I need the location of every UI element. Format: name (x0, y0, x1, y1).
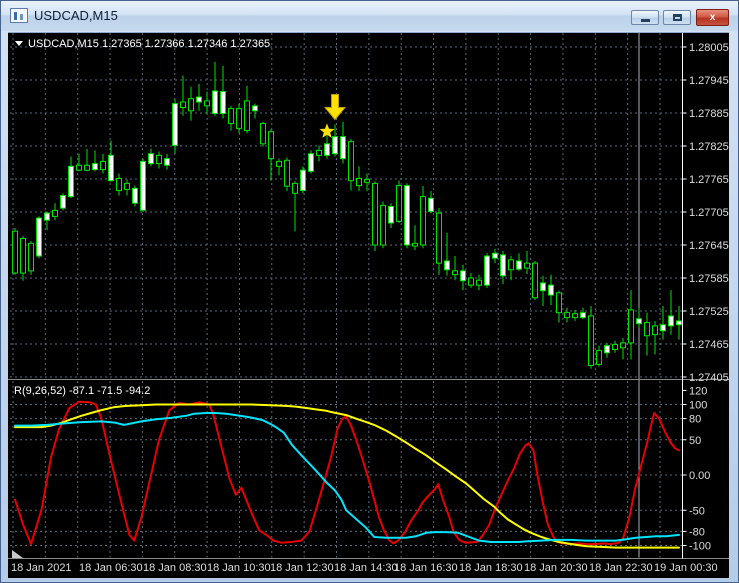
grid-lines (10, 33, 682, 558)
price-axis: 1.28005 1.27945 1.27885 1.27825 1.27765 1.277… (682, 42, 729, 384)
svg-text:USDCAD,M15 1.27365 1.27366 1.: USDCAD,M15 1.27365 1.27366 1.27346 1.273… (28, 38, 270, 50)
titlebar[interactable]: USDCAD,M15 x (1, 1, 738, 31)
svg-text:1.28005: 1.28005 (689, 42, 729, 54)
svg-text:18 Jan 18:30: 18 Jan 18:30 (459, 562, 523, 574)
svg-text:18 Jan 14:30: 18 Jan 14:30 (334, 562, 398, 574)
time-axis: 18 Jan 2021 18 Jan 06:30 18 Jan 08:30 18 Ja… (11, 562, 718, 574)
symbol-dropdown-icon (15, 41, 23, 46)
svg-text:1.27765: 1.27765 (689, 174, 729, 186)
maximize-button[interactable] (663, 10, 691, 25)
chart-canvas[interactable]: 1.28005 1.27945 1.27885 1.27825 1.27765 1.277… (8, 33, 729, 578)
svg-text:1.27525: 1.27525 (689, 306, 729, 318)
maximize-icon (673, 14, 682, 21)
chart-window-icon (10, 8, 28, 23)
indicator-header: R(9,26,52) -87.1 -71.5 -94.2 (14, 385, 150, 397)
svg-text:1.27945: 1.27945 (689, 75, 729, 87)
svg-text:R(9,26,52) -87.1 -71.5 -94.2: R(9,26,52) -87.1 -71.5 -94.2 (14, 385, 150, 397)
svg-text:19 Jan 00:30: 19 Jan 00:30 (654, 562, 718, 574)
ohlc-header: USDCAD,M15 1.27365 1.27366 1.27346 1.273… (15, 38, 270, 50)
chart-annotations (319, 94, 347, 138)
svg-text:18 Jan 16:30: 18 Jan 16:30 (394, 562, 458, 574)
svg-text:1.27405: 1.27405 (689, 372, 729, 384)
svg-text:18 Jan 10:30: 18 Jan 10:30 (207, 562, 271, 574)
candlesticks (12, 61, 682, 369)
svg-text:18 Jan 22:30: 18 Jan 22:30 (589, 562, 653, 574)
svg-text:0.00: 0.00 (689, 470, 710, 482)
grip-triangle (12, 550, 23, 558)
svg-text:100: 100 (689, 400, 707, 412)
subwindow-grip (12, 550, 23, 558)
svg-text:1.27825: 1.27825 (689, 141, 729, 153)
svg-text:80: 80 (689, 414, 701, 426)
chart-window: USDCAD,M15 x 1.28005 1.27945 1.27885 1.2782… (0, 0, 739, 583)
svg-text:1.27645: 1.27645 (689, 240, 729, 252)
oscillator-axis: 120 100 80 50 0.00 -50 -80 -100 (682, 385, 711, 553)
svg-text:18 Jan 20:30: 18 Jan 20:30 (524, 562, 588, 574)
close-icon: x (709, 12, 716, 23)
svg-text:1.27585: 1.27585 (689, 273, 729, 285)
svg-text:50: 50 (689, 435, 701, 447)
sell-arrow-annotation (323, 94, 347, 121)
svg-text:18 Jan 08:30: 18 Jan 08:30 (143, 562, 207, 574)
svg-text:18 Jan 12:30: 18 Jan 12:30 (270, 562, 334, 574)
svg-text:-80: -80 (689, 526, 705, 538)
minimize-icon (641, 19, 650, 22)
minimize-button[interactable] (631, 10, 659, 25)
svg-text:18 Jan 06:30: 18 Jan 06:30 (79, 562, 143, 574)
svg-text:-100: -100 (689, 541, 711, 553)
chart-client-area: 1.28005 1.27945 1.27885 1.27825 1.27765 1.277… (8, 32, 729, 578)
window-title: USDCAD,M15 (34, 8, 118, 23)
svg-text:1.27465: 1.27465 (689, 339, 729, 351)
close-button[interactable]: x (696, 9, 729, 26)
svg-text:1.27705: 1.27705 (689, 207, 729, 219)
svg-text:1.27885: 1.27885 (689, 108, 729, 120)
svg-text:18 Jan 2021: 18 Jan 2021 (11, 562, 72, 574)
svg-text:120: 120 (689, 385, 707, 397)
svg-text:-50: -50 (689, 505, 705, 517)
